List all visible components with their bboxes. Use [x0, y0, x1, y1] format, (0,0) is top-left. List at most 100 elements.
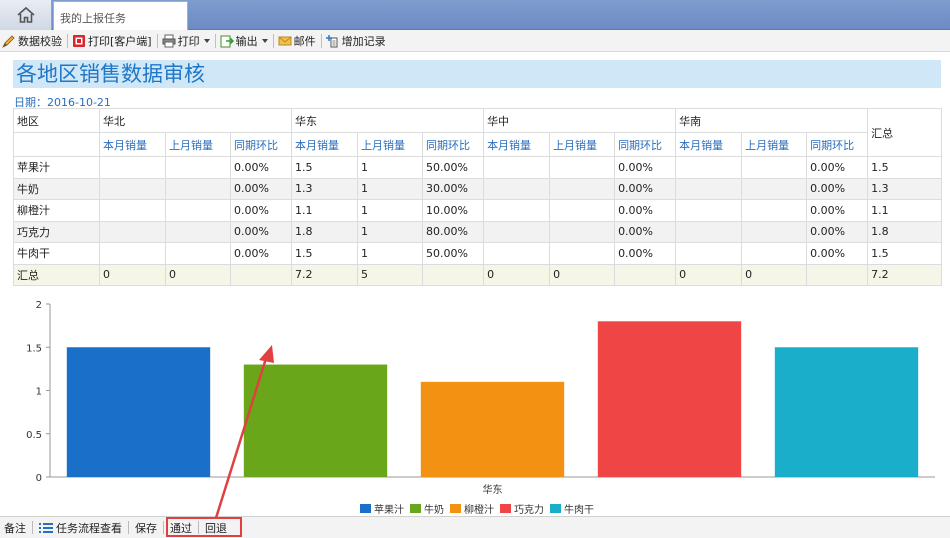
- table-cell[interactable]: 1: [357, 156, 424, 179]
- toolbar-divider: [320, 33, 322, 48]
- total-cell: 0: [165, 263, 231, 286]
- export-button[interactable]: 输出: [218, 30, 271, 52]
- validate-button[interactable]: 数据校验: [0, 30, 65, 52]
- mail-label: 邮件: [293, 34, 316, 48]
- subheader-last-month: 上月销量: [549, 132, 616, 157]
- table-cell[interactable]: 0.00%: [229, 156, 293, 179]
- table-cell[interactable]: [741, 156, 808, 179]
- table-cell[interactable]: [549, 177, 616, 200]
- table-cell[interactable]: 1: [357, 199, 424, 222]
- table-cell[interactable]: 1: [357, 177, 424, 200]
- table-cell[interactable]: [165, 242, 231, 265]
- subheader-last-month: 上月销量: [357, 132, 424, 157]
- table-cell[interactable]: 0.00%: [806, 177, 869, 200]
- table-cell[interactable]: 1.3: [867, 177, 943, 200]
- subheader-this-month: 本月销量: [99, 132, 166, 157]
- table-cell[interactable]: [741, 177, 808, 200]
- table-cell[interactable]: 50.00%: [422, 242, 485, 265]
- approve-button[interactable]: 通过: [166, 517, 196, 538]
- table-cell[interactable]: 1.1: [291, 199, 359, 222]
- table-cell[interactable]: [741, 199, 808, 222]
- tab-my-report-tasks[interactable]: 我的上报任务: [53, 1, 188, 30]
- reject-button[interactable]: 回退: [201, 517, 231, 538]
- table-cell[interactable]: [675, 220, 743, 243]
- table-cell[interactable]: [99, 199, 166, 222]
- table-cell[interactable]: 0.00%: [806, 220, 869, 243]
- table-cell[interactable]: 0.00%: [614, 156, 677, 179]
- table-cell[interactable]: 0.00%: [806, 156, 869, 179]
- table-cell[interactable]: [99, 156, 166, 179]
- mail-button[interactable]: 邮件: [276, 30, 319, 52]
- table-cell[interactable]: [549, 156, 616, 179]
- save-button[interactable]: 保存: [131, 517, 161, 538]
- table-cell[interactable]: [483, 177, 551, 200]
- table-cell[interactable]: [165, 220, 231, 243]
- table-cell[interactable]: 0.00%: [614, 199, 677, 222]
- bottom-divider: [128, 521, 129, 534]
- flow-view-button[interactable]: 任务流程查看: [35, 517, 126, 538]
- home-button[interactable]: [0, 0, 52, 30]
- table-cell[interactable]: 30.00%: [422, 177, 485, 200]
- table-cell[interactable]: 0.00%: [806, 242, 869, 265]
- total-cell: 7.2: [867, 263, 943, 286]
- table-cell[interactable]: 1.1: [867, 199, 943, 222]
- table-cell[interactable]: 0.00%: [229, 177, 293, 200]
- table-cell[interactable]: 0.00%: [614, 220, 677, 243]
- table-cell[interactable]: 1.8: [867, 220, 943, 243]
- table-cell[interactable]: [483, 220, 551, 243]
- table-cell[interactable]: 1.5: [291, 242, 359, 265]
- table-row: 牛肉干 0.00% 1.5 1 50.00% 0.00% 0.00% 1.5: [13, 242, 943, 265]
- tab-label: 我的上报任务: [60, 12, 126, 25]
- table-cell[interactable]: [99, 220, 166, 243]
- total-row-label: 汇总: [13, 263, 100, 286]
- table-cell[interactable]: [483, 156, 551, 179]
- bar-1: [66, 347, 211, 477]
- table-cell[interactable]: [741, 220, 808, 243]
- y-tick-label: 1: [36, 387, 42, 398]
- table-cell[interactable]: [675, 199, 743, 222]
- table-cell[interactable]: [483, 242, 551, 265]
- note-button[interactable]: 备注: [0, 517, 30, 538]
- table-cell[interactable]: [549, 199, 616, 222]
- x-category-label: 华东: [483, 483, 503, 496]
- row-label: 牛奶: [13, 177, 100, 200]
- table-cell[interactable]: [165, 199, 231, 222]
- sales-table: 地区 华北 华东 华中 华南 汇总 本月销量 上月销量 同期环比 本月销量 上月…: [13, 108, 943, 286]
- add-record-button[interactable]: 增加记录: [324, 30, 389, 52]
- table-cell[interactable]: 1: [357, 242, 424, 265]
- table-cell[interactable]: [99, 177, 166, 200]
- table-cell[interactable]: 1.8: [291, 220, 359, 243]
- table-cell[interactable]: [165, 156, 231, 179]
- table-cell[interactable]: 80.00%: [422, 220, 485, 243]
- subheader-row: 本月销量 上月销量 同期环比 本月销量 上月销量 同期环比 本月销量 上月销量 …: [13, 132, 942, 157]
- table-cell[interactable]: 10.00%: [422, 199, 485, 222]
- table-cell[interactable]: 0.00%: [614, 242, 677, 265]
- table-cell[interactable]: 1: [357, 220, 424, 243]
- table-cell[interactable]: 1.3: [291, 177, 359, 200]
- toolbar-divider: [272, 33, 274, 48]
- table-cell[interactable]: 1.5: [291, 156, 359, 179]
- table-cell[interactable]: [549, 220, 616, 243]
- table-row: 苹果汁 0.00% 1.5 1 50.00% 0.00% 0.00% 1.5: [13, 156, 943, 179]
- table-cell[interactable]: [549, 242, 616, 265]
- print-client-button[interactable]: 打印[客户端]: [70, 30, 155, 52]
- table-cell[interactable]: 1.5: [867, 156, 943, 179]
- approve-label: 通过: [170, 521, 192, 535]
- table-cell[interactable]: [675, 156, 743, 179]
- bottom-toolbar: 备注 任务流程查看 保存 通过 回退: [0, 516, 950, 538]
- table-cell[interactable]: [165, 177, 231, 200]
- table-cell[interactable]: [675, 177, 743, 200]
- table-cell[interactable]: [741, 242, 808, 265]
- table-cell[interactable]: 0.00%: [806, 199, 869, 222]
- print-button[interactable]: 打印: [160, 30, 213, 52]
- bottom-divider: [163, 521, 164, 534]
- table-cell[interactable]: 0.00%: [614, 177, 677, 200]
- table-cell[interactable]: 1.5: [867, 242, 943, 265]
- table-cell[interactable]: 50.00%: [422, 156, 485, 179]
- table-cell[interactable]: [483, 199, 551, 222]
- table-cell[interactable]: [675, 242, 743, 265]
- table-cell[interactable]: 0.00%: [229, 242, 293, 265]
- table-cell[interactable]: [99, 242, 166, 265]
- table-cell[interactable]: 0.00%: [229, 199, 293, 222]
- table-cell[interactable]: 0.00%: [229, 220, 293, 243]
